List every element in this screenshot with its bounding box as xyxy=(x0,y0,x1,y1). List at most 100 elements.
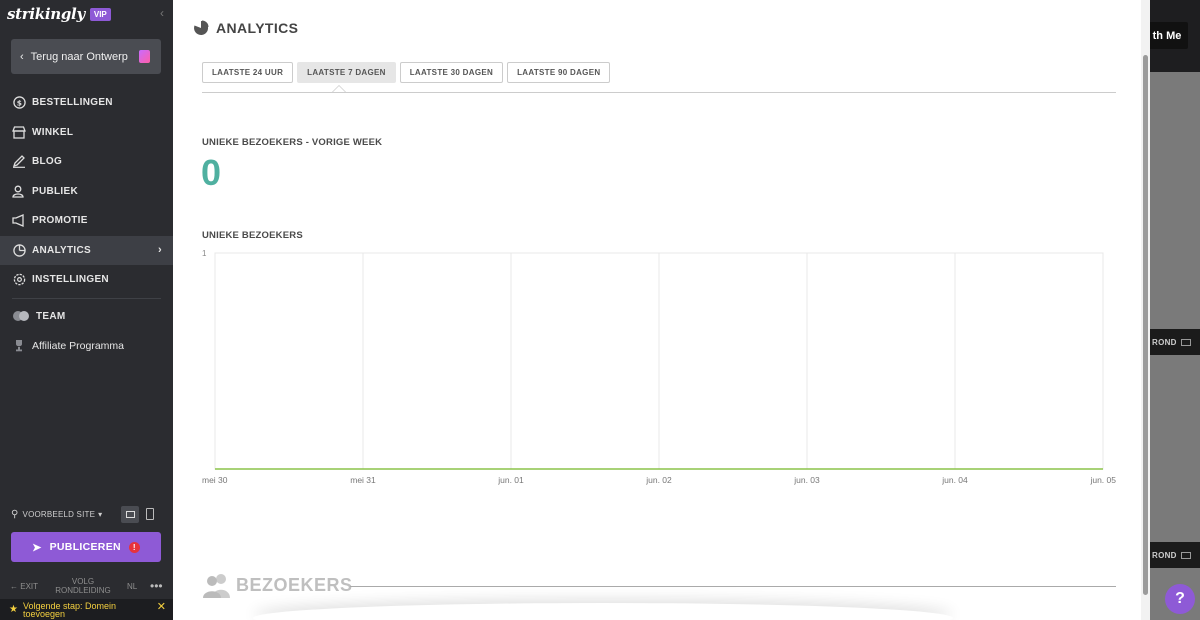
sidebar-divider xyxy=(12,297,161,299)
x-tick-label: jun. 03 xyxy=(793,475,820,485)
exit-label: EXIT xyxy=(20,582,39,591)
store-icon xyxy=(12,125,26,139)
exit-link[interactable]: ← EXIT xyxy=(10,582,38,591)
chevron-right-icon: › xyxy=(158,244,162,257)
sidebar-item-audience[interactable]: PUBLIEK xyxy=(0,177,173,207)
sidebar-footer: ← EXIT VOLG RONDLEIDING NL ••• xyxy=(0,576,173,596)
x-tick-label: jun. 02 xyxy=(645,475,672,485)
publish-button[interactable]: ➤ PUBLICEREN ! xyxy=(11,532,161,562)
background-button-label: ROND xyxy=(1152,337,1177,347)
time-range-tabs: LAATSTE 24 UUR LAATSTE 7 DAGEN LAATSTE 3… xyxy=(202,62,614,83)
unique-visitors-chart: 1 mei 30 mei 31 jun. 01 jun. 02 jun. 03 jun. 0… xyxy=(202,249,1116,485)
visitors-heading-text: BEZOEKERS xyxy=(236,574,353,595)
background-button-2[interactable]: ROND xyxy=(1148,542,1200,568)
sidebar-item-orders[interactable]: $ BESTELLINGEN xyxy=(0,88,173,118)
sidebar-item-affiliate[interactable]: Affiliate Programma xyxy=(0,331,173,361)
tabs-divider xyxy=(202,92,1116,93)
chart-label: UNIEKE BEZOEKERS xyxy=(202,230,303,241)
sidebar-item-store[interactable]: WINKEL xyxy=(0,118,173,148)
mobile-view-button[interactable] xyxy=(146,508,154,520)
brand-name: strikingly xyxy=(7,5,85,23)
megaphone-icon xyxy=(12,214,26,228)
active-tab-caret xyxy=(332,85,346,92)
sidebar-item-label: PROMOTIE xyxy=(32,215,88,227)
vip-badge: VIP xyxy=(89,7,111,21)
unique-last-week-value: 0 xyxy=(201,152,222,193)
pie-chart-icon xyxy=(194,20,209,35)
analytics-panel: ANALYTICS LAATSTE 24 UUR LAATSTE 7 DAGEN… xyxy=(173,0,1150,620)
design-icon xyxy=(139,50,150,63)
brand-logo[interactable]: strikingly VIP xyxy=(7,5,111,23)
x-tick-label: jun. 05 xyxy=(1089,475,1116,485)
follow-tour-link[interactable]: VOLG RONDLEIDING xyxy=(50,577,116,595)
tab-last-90-days[interactable]: LAATSTE 90 DAGEN xyxy=(507,62,611,83)
x-tick-label: mei 30 xyxy=(202,475,228,485)
more-menu-icon[interactable]: ••• xyxy=(150,579,163,593)
team-icon xyxy=(12,309,30,323)
sidebar-item-label: TEAM xyxy=(36,310,66,322)
chevron-left-icon: ‹ xyxy=(20,50,24,63)
publish-label: PUBLICEREN xyxy=(49,541,121,553)
visitors-divider xyxy=(350,586,1116,587)
tab-last-24-hours[interactable]: LAATSTE 24 UUR xyxy=(202,62,294,83)
x-tick-label: jun. 01 xyxy=(497,475,524,485)
page-title-text: ANALYTICS xyxy=(216,20,299,36)
collapse-sidebar-icon[interactable]: ‹ xyxy=(160,6,164,20)
sidebar-item-label: BLOG xyxy=(32,156,63,168)
trophy-icon xyxy=(12,339,26,353)
sidebar-item-label: Affiliate Programma xyxy=(32,339,125,352)
background-button-1[interactable]: ROND xyxy=(1148,329,1200,355)
sidebar: strikingly VIP ‹ ‹ Terug naar Ontwerp $ … xyxy=(0,0,173,620)
star-icon: ★ xyxy=(9,603,18,615)
sidebar-item-label: WINKEL xyxy=(32,126,74,138)
background-button-label: ROND xyxy=(1152,550,1177,560)
sidebar-item-team[interactable]: TEAM xyxy=(0,302,173,332)
desktop-icon xyxy=(125,511,135,518)
tab-last-30-days[interactable]: LAATSTE 30 DAGEN xyxy=(399,62,504,83)
preview-site-dropdown[interactable]: ⚲ VOORBEELD SITE ▾ xyxy=(11,509,102,520)
sidebar-item-label: PUBLIEK xyxy=(32,185,78,197)
sidebar-item-blog[interactable]: BLOG xyxy=(0,147,173,177)
rocket-icon: ➤ xyxy=(32,541,42,554)
pie-chart-icon xyxy=(12,243,26,257)
tab-last-7-days[interactable]: LAATSTE 7 DAGEN xyxy=(297,62,396,83)
y-tick-label: 1 xyxy=(202,249,207,258)
sidebar-item-settings[interactable]: INSTELLINGEN xyxy=(0,265,173,295)
sidebar-item-promotion[interactable]: PROMOTIE xyxy=(0,206,173,236)
tour-label-line1: VOLG xyxy=(71,577,95,586)
visitors-heading: BEZOEKERS xyxy=(202,572,353,598)
search-icon: ⚲ xyxy=(11,509,19,520)
page-title: ANALYTICS xyxy=(193,20,298,36)
language-selector[interactable]: NL xyxy=(127,582,137,591)
x-tick-label: mei 31 xyxy=(350,475,376,485)
gear-icon xyxy=(12,273,26,287)
sidebar-item-analytics[interactable]: ANALYTICS › xyxy=(0,235,173,265)
caret-down-icon: ▾ xyxy=(98,510,103,519)
scrollbar-thumb[interactable] xyxy=(1143,55,1148,595)
pen-icon xyxy=(12,155,26,169)
sidebar-nav: $ BESTELLINGEN WINKEL BLOG PUBLIEK PROMO… xyxy=(0,88,173,361)
back-button-label: Terug naar Ontwerp xyxy=(30,50,128,63)
sidebar-item-label: ANALYTICS xyxy=(32,244,92,256)
tour-label-line2: RONDLEIDING xyxy=(55,586,111,595)
svg-text:$: $ xyxy=(16,99,21,108)
x-tick-label: jun. 04 xyxy=(941,475,968,485)
alert-badge: ! xyxy=(128,541,140,553)
dollar-circle-icon: $ xyxy=(12,96,26,110)
desktop-view-button[interactable] xyxy=(121,506,139,523)
image-icon xyxy=(1180,551,1191,559)
help-button[interactable]: ? xyxy=(1165,584,1195,614)
visitors-icon xyxy=(203,574,230,598)
preview-site-label: VOORBEELD SITE xyxy=(22,510,96,519)
visitors-card xyxy=(253,603,953,620)
sidebar-item-label: BESTELLINGEN xyxy=(32,97,113,109)
sidebar-item-label: INSTELLINGEN xyxy=(32,274,109,286)
people-icon xyxy=(12,184,26,198)
next-step-banner[interactable]: ★ Volgende stap: Domein toevoegen ✕ xyxy=(0,599,173,620)
unique-last-week-label: UNIEKE BEZOEKERS - VORIGE WEEK xyxy=(202,137,383,148)
close-icon[interactable]: ✕ xyxy=(157,602,166,613)
next-step-text: Volgende stap: Domein toevoegen xyxy=(22,601,116,619)
image-icon xyxy=(1180,338,1191,346)
next-step-line2: toevoegen xyxy=(22,608,66,619)
back-to-design-button[interactable]: ‹ Terug naar Ontwerp xyxy=(11,39,161,74)
